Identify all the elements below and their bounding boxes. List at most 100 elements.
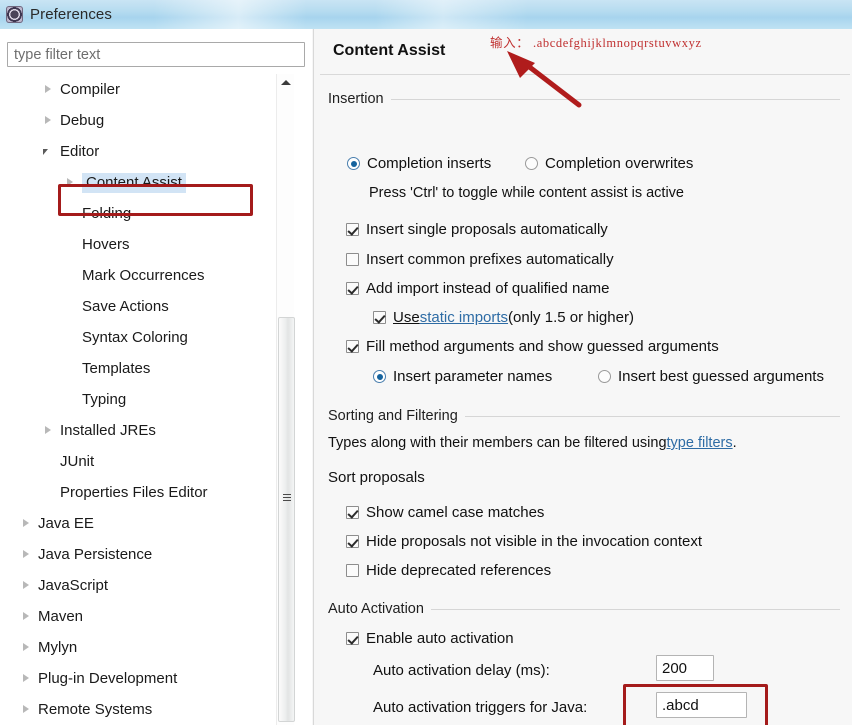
chevron-right-icon[interactable] [20, 672, 33, 685]
sidebar-item-remote-systems[interactable]: Remote Systems [0, 694, 288, 725]
sidebar-item-typing[interactable]: Typing [0, 384, 288, 415]
preferences-tree[interactable]: Compiler Debug Editor Content Assist Folding… [0, 74, 288, 725]
eclipse-app-icon [6, 6, 23, 23]
group-title-auto-activation: Auto Activation [328, 601, 424, 617]
static-imports-suffix: (only 1.5 or higher) [508, 309, 634, 326]
static-imports-link[interactable]: static imports [420, 309, 508, 326]
group-rule [390, 98, 840, 100]
checkbox-add-import[interactable]: Add import instead of qualified name [346, 280, 609, 297]
type-filters-link[interactable]: type filters [667, 435, 733, 451]
scrollbar-grip-icon [283, 494, 291, 501]
chevron-right-icon[interactable] [42, 114, 55, 127]
annotation-note: 输入： .abcdefghijklmnopqrstuvwxyz [490, 36, 702, 50]
sidebar-item-label: Typing [82, 391, 127, 408]
sidebar-item-installed-jres[interactable]: Installed JREs [0, 415, 288, 446]
window-title: Preferences [30, 6, 112, 23]
chevron-right-icon[interactable] [20, 610, 33, 623]
radio-indicator [525, 157, 538, 170]
page-title: Content Assist [333, 42, 446, 59]
checkbox-label: Enable auto activation [366, 630, 514, 647]
sidebar-item-templates[interactable]: Templates [0, 353, 288, 384]
radio-label: Completion overwrites [545, 155, 694, 172]
filter-field-wrap [7, 42, 305, 67]
search-input[interactable] [7, 42, 305, 67]
sidebar-item-java-ee[interactable]: Java EE [0, 508, 288, 539]
checkbox-insert-common-prefixes[interactable]: Insert common prefixes automatically [346, 251, 614, 268]
sidebar-item-label: Debug [60, 112, 105, 129]
checkbox-hide-proposals-not-visible[interactable]: Hide proposals not visible in the invoca… [346, 533, 702, 550]
radio-label: Insert best guessed arguments [618, 368, 824, 385]
sidebar-item-plug-in-development[interactable]: Plug-in Development [0, 663, 288, 694]
group-header-insertion: Insertion [328, 91, 840, 107]
sidebar-item-label: Syntax Coloring [82, 329, 188, 346]
tree-spacer-icon [64, 331, 77, 344]
auto-activation-delay-input[interactable] [656, 655, 714, 681]
sidebar-item-java-persistence[interactable]: Java Persistence [0, 539, 288, 570]
checkbox-enable-auto-activation[interactable]: Enable auto activation [346, 630, 514, 647]
sidebar-item-label: Java Persistence [38, 546, 153, 563]
sorting-description-prefix: Types along with their members can be fi… [328, 435, 667, 451]
preferences-window: Preferences Compiler Debug Editor Content A… [0, 0, 852, 725]
group-header-auto-activation: Auto Activation [328, 601, 840, 617]
content-assist-page: Content Assist Insertion Completion inse… [320, 29, 852, 725]
radio-completion-overwrites[interactable]: Completion overwrites [525, 155, 693, 172]
radio-insert-best-guessed-arguments[interactable]: Insert best guessed arguments [598, 368, 824, 385]
tree-spacer-icon [42, 486, 55, 499]
checkbox-label: Insert single proposals automatically [366, 221, 608, 238]
tree-scrollbar[interactable] [276, 74, 295, 725]
checkbox-indicator [346, 535, 359, 548]
tree-spacer-icon [64, 207, 77, 220]
chevron-right-icon[interactable] [20, 579, 33, 592]
sidebar-item-debug[interactable]: Debug [0, 105, 288, 136]
label-auto-activation-triggers-java: Auto activation triggers for Java: [373, 699, 588, 716]
sidebar-item-mark-occurrences[interactable]: Mark Occurrences [0, 260, 288, 291]
scrollbar-thumb[interactable] [278, 317, 295, 722]
checkbox-hide-deprecated-references[interactable]: Hide deprecated references [346, 562, 551, 579]
sidebar-item-properties-files-editor[interactable]: Properties Files Editor [0, 477, 288, 508]
scroll-up-arrow-icon[interactable] [277, 74, 294, 91]
checkbox-indicator [346, 340, 359, 353]
sidebar-item-label: Plug-in Development [38, 670, 178, 687]
chevron-right-icon[interactable] [64, 176, 77, 189]
radio-indicator [347, 157, 360, 170]
sidebar-item-label: Maven [38, 608, 84, 625]
sidebar-item-mylyn[interactable]: Mylyn [0, 632, 288, 663]
chevron-right-icon[interactable] [20, 548, 33, 561]
chevron-right-icon[interactable] [20, 703, 33, 716]
checkbox-use-static-imports[interactable]: Use static imports (only 1.5 or higher) [373, 309, 634, 326]
sidebar-item-javascript[interactable]: JavaScript [0, 570, 288, 601]
sidebar-item-content-assist[interactable]: Content Assist [0, 167, 288, 198]
sorting-description: Types along with their members can be fi… [328, 435, 737, 451]
chevron-right-icon[interactable] [42, 83, 55, 96]
chevron-right-icon[interactable] [20, 641, 33, 654]
sidebar-item-label: JUnit [60, 453, 95, 470]
sidebar-item-label: Compiler [60, 81, 121, 98]
sidebar-item-hovers[interactable]: Hovers [0, 229, 288, 260]
radio-completion-inserts[interactable]: Completion inserts [347, 155, 491, 172]
checkbox-fill-method-arguments[interactable]: Fill method arguments and show guessed a… [346, 338, 719, 355]
radio-label: Completion inserts [367, 155, 492, 172]
radio-indicator [598, 370, 611, 383]
chevron-right-icon[interactable] [42, 424, 55, 437]
chevron-down-icon[interactable] [42, 145, 55, 158]
sidebar-item-label: Mylyn [38, 639, 78, 656]
tree-spacer-icon [64, 300, 77, 313]
chevron-right-icon[interactable] [20, 517, 33, 530]
pane-divider [313, 29, 314, 725]
checkbox-show-camel-case-matches[interactable]: Show camel case matches [346, 504, 544, 521]
sidebar-item-label: Save Actions [82, 298, 169, 315]
sidebar-item-compiler[interactable]: Compiler [0, 74, 288, 105]
auto-activation-triggers-java-input[interactable] [656, 692, 747, 718]
checkbox-indicator [346, 506, 359, 519]
sidebar-item-maven[interactable]: Maven [0, 601, 288, 632]
sidebar-item-label: Properties Files Editor [60, 484, 208, 501]
group-title-sorting: Sorting and Filtering [328, 408, 458, 424]
radio-insert-parameter-names[interactable]: Insert parameter names [373, 368, 552, 385]
sidebar-item-save-actions[interactable]: Save Actions [0, 291, 288, 322]
sidebar-item-folding[interactable]: Folding [0, 198, 288, 229]
sidebar-item-junit[interactable]: JUnit [0, 446, 288, 477]
group-rule [430, 608, 840, 610]
checkbox-insert-single-proposals[interactable]: Insert single proposals automatically [346, 221, 608, 238]
sidebar-item-syntax-coloring[interactable]: Syntax Coloring [0, 322, 288, 353]
sidebar-item-editor[interactable]: Editor [0, 136, 288, 167]
